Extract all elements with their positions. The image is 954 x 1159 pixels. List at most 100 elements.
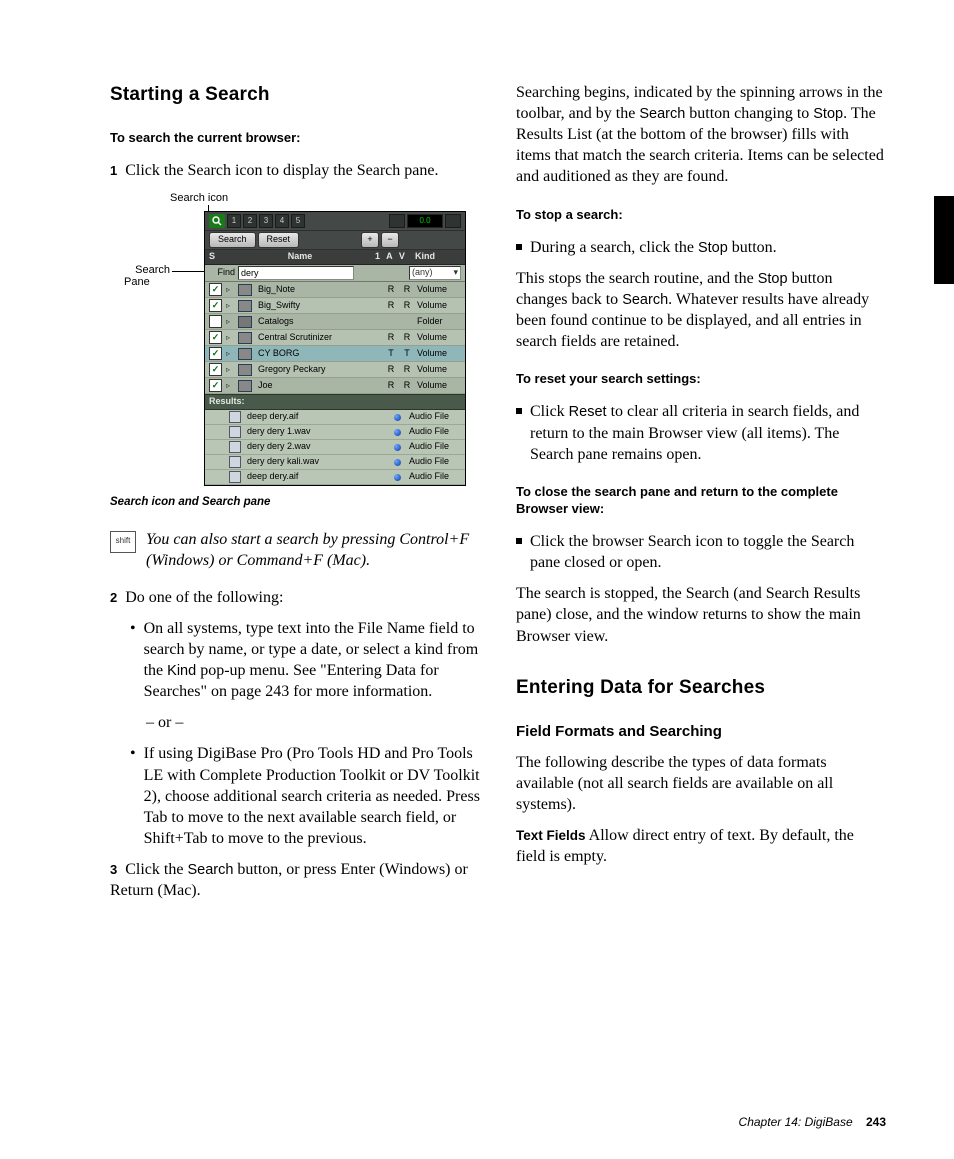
disclosure-icon[interactable]: ▹ <box>226 381 234 392</box>
step-number: 2 <box>110 590 117 605</box>
tip-text: You can also start a search by pressing … <box>146 529 480 571</box>
online-status-icon <box>394 459 401 466</box>
preset-button[interactable]: 4 <box>275 214 289 228</box>
checkbox-icon[interactable]: ✓ <box>209 363 222 376</box>
tip-shortcut: shift You can also start a search by pre… <box>110 529 480 571</box>
checkbox-icon[interactable]: ✓ <box>209 299 222 312</box>
col-header-1av[interactable]: 1 A V <box>375 251 415 263</box>
keyboard-icon: shift <box>110 531 136 553</box>
search-icon[interactable] <box>209 214 225 228</box>
table-row[interactable]: ✓▹JoeRRVolume <box>205 378 465 394</box>
chevron-down-icon: ▾ <box>453 267 458 279</box>
row-flag: R <box>385 380 397 392</box>
preset-button[interactable]: 2 <box>243 214 257 228</box>
col-header-s[interactable]: S <box>209 251 225 263</box>
result-row[interactable]: dery dery 2.wavAudio File <box>205 440 465 455</box>
heading-entering-data: Entering Data for Searches <box>516 675 886 700</box>
audio-file-icon <box>229 471 241 483</box>
disclosure-icon[interactable]: ▹ <box>226 365 234 376</box>
result-row[interactable]: dery dery kali.wav Audio File <box>205 455 465 470</box>
col-header-name[interactable]: Name <box>225 251 375 263</box>
row-kind: Volume <box>417 348 461 360</box>
heading-starting-search: Starting a Search <box>110 82 480 107</box>
checkbox-icon[interactable] <box>209 315 222 328</box>
table-row[interactable]: ✓▹Gregory PeckaryRRVolume <box>205 362 465 378</box>
preset-button[interactable]: 3 <box>259 214 273 228</box>
left-column: Starting a Search To search the current … <box>110 82 480 911</box>
runin-label: Text Fields <box>516 828 586 843</box>
col-header-kind[interactable]: Kind <box>415 251 461 263</box>
result-row[interactable]: deep dery.aifAudio File <box>205 470 465 485</box>
disclosure-icon[interactable]: ▹ <box>226 301 234 312</box>
table-row[interactable]: ✓▹Big_NoteRRVolume <box>205 282 465 298</box>
volume-icon <box>238 332 252 344</box>
volume-icon <box>238 300 252 312</box>
step-text: Do one of the following: <box>121 589 283 606</box>
figure-search-pane: Search icon Search Pane 1 2 3 4 <box>110 191 480 489</box>
square-bullet-icon <box>516 408 522 414</box>
disclosure-icon[interactable]: ▹ <box>226 317 234 328</box>
step-1: 1 Click the Search icon to display the S… <box>110 160 480 181</box>
catalog-icon <box>238 316 252 328</box>
add-row-button[interactable]: + <box>361 232 379 248</box>
disclosure-icon[interactable]: ▹ <box>226 349 234 360</box>
paragraph: Searching begins, indicated by the spinn… <box>516 82 886 188</box>
remove-row-button[interactable]: − <box>381 232 399 248</box>
kind-popup[interactable]: (any)▾ <box>409 266 461 280</box>
list-text: If using DigiBase Pro (Pro Tools HD and … <box>144 743 480 849</box>
square-bullet-icon <box>516 244 522 250</box>
preset-button[interactable]: 1 <box>227 214 241 228</box>
callout-search-pane-2: Pane <box>124 275 170 290</box>
row-flag: R <box>401 284 413 296</box>
paragraph-runin: Text Fields Allow direct entry of text. … <box>516 825 886 867</box>
step-number: 3 <box>110 862 117 877</box>
row-kind: Volume <box>417 332 461 344</box>
search-button[interactable]: Search <box>209 232 256 248</box>
bullet-text: During a search, click the Stop button. <box>530 237 886 258</box>
row-name: Joe <box>256 380 381 392</box>
list-item: • On all systems, type text into the Fil… <box>130 618 480 702</box>
step-number: 1 <box>110 163 117 178</box>
row-flag: R <box>401 332 413 344</box>
bullet-dot: • <box>130 618 136 702</box>
step-3: 3 Click the Search button, or press Ente… <box>110 859 480 901</box>
lead-reset: To reset your search settings: <box>516 370 886 387</box>
audio-file-icon <box>229 411 241 423</box>
result-row[interactable]: deep dery.aifAudio File <box>205 410 465 425</box>
reset-button[interactable]: Reset <box>258 232 300 248</box>
or-separator: – or – <box>146 712 480 733</box>
find-input[interactable] <box>238 266 354 280</box>
paragraph: The search is stopped, the Search (and S… <box>516 583 886 646</box>
row-flag: T <box>385 348 397 360</box>
online-status-icon <box>394 429 401 436</box>
volume-icon <box>238 364 252 376</box>
result-name: dery dery kali.wav <box>247 456 388 468</box>
result-row[interactable]: dery dery 1.wavAudio File <box>205 425 465 440</box>
table-row[interactable]: ✓▹Central ScrutinizerRRVolume <box>205 330 465 346</box>
checkbox-icon[interactable]: ✓ <box>209 331 222 344</box>
table-row[interactable]: ✓▹Big_SwiftyRRVolume <box>205 298 465 314</box>
volume-icon <box>238 348 252 360</box>
browser-window: 1 2 3 4 5 0.0 Search Reset <box>204 211 466 486</box>
search-button-ref: Search <box>187 862 233 878</box>
table-row[interactable]: ▹CatalogsFolder <box>205 314 465 330</box>
browser-menu-icon[interactable] <box>445 214 461 228</box>
checkbox-icon[interactable]: ✓ <box>209 379 222 392</box>
footer-page-number: 243 <box>866 1115 886 1129</box>
disclosure-icon[interactable]: ▹ <box>226 333 234 344</box>
table-row[interactable]: ✓▹CY BORGTTVolume <box>205 346 465 362</box>
lead-stop-search: To stop a search: <box>516 206 886 223</box>
checkbox-icon[interactable]: ✓ <box>209 347 222 360</box>
lead-to-search: To search the current browser: <box>110 129 480 146</box>
row-name: Gregory Peckary <box>256 364 381 376</box>
checkbox-icon[interactable]: ✓ <box>209 283 222 296</box>
row-kind: Volume <box>417 364 461 376</box>
speaker-icon[interactable] <box>389 214 405 228</box>
result-kind: Audio File <box>409 456 461 468</box>
disclosure-icon[interactable]: ▹ <box>226 285 234 296</box>
results-rows: deep dery.aifAudio Filedery dery 1.wavAu… <box>205 410 465 485</box>
row-flag: R <box>385 364 397 376</box>
preset-button[interactable]: 5 <box>291 214 305 228</box>
paragraph: This stops the search routine, and the S… <box>516 268 886 352</box>
row-kind: Volume <box>417 300 461 312</box>
